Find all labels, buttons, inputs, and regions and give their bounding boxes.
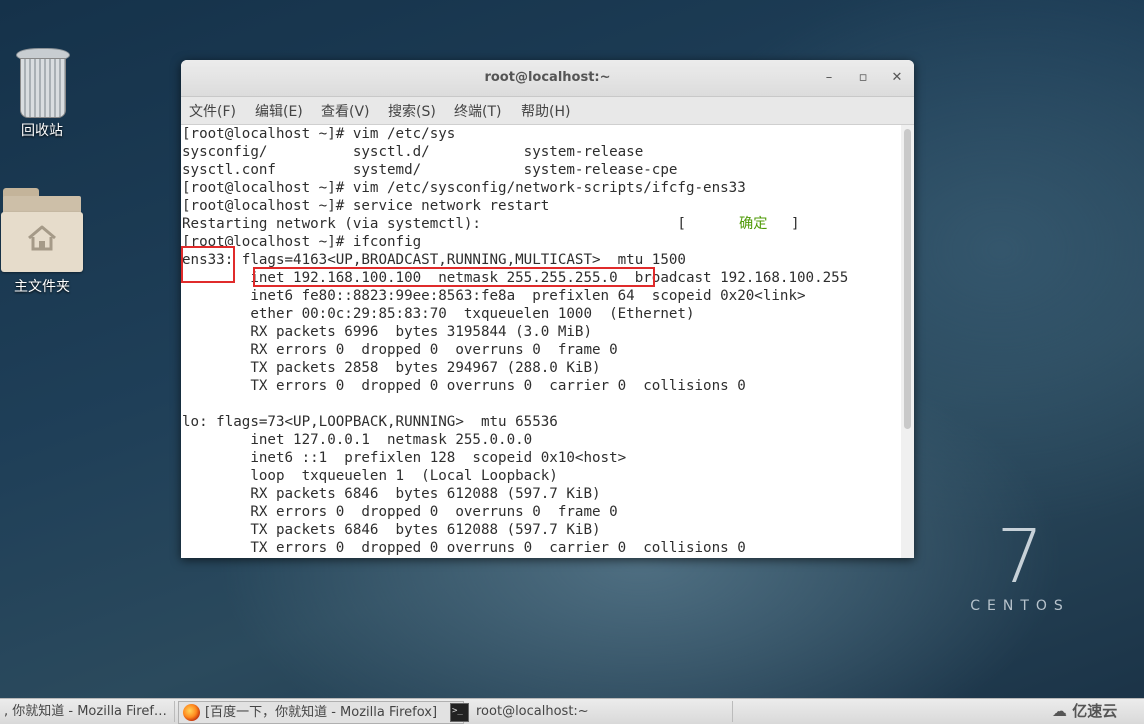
scrollbar-thumb[interactable] — [904, 129, 911, 429]
firefox-icon — [183, 704, 200, 721]
menu-terminal[interactable]: 终端(T) — [454, 101, 501, 121]
terminal-line: [root@localhost ~]# vim /etc/sys — [182, 126, 456, 142]
taskbar: , 你就知道 - Mozilla Firef… [百度一下，你就知道 - Moz… — [0, 698, 1144, 724]
terminal-line: inet 127.0.0.1 netmask 255.0.0.0 — [182, 432, 533, 448]
terminal-line: TX errors 0 dropped 0 overruns 0 carrier… — [182, 378, 746, 394]
terminal-line: TX errors 0 dropped 0 overruns 0 carrier… — [182, 540, 746, 556]
home-folder-desktop-icon[interactable]: 主文件夹 — [0, 188, 84, 296]
terminal-line: sysctl.conf systemd/ system-release-cpe — [182, 162, 678, 178]
ens33-highlight-box — [181, 246, 235, 283]
terminal-line: RX packets 6996 bytes 3195844 (3.0 MiB) — [182, 324, 592, 340]
terminal-line: inet6 ::1 prefixlen 128 scopeid 0x10<hos… — [182, 450, 627, 466]
close-button[interactable]: ✕ — [887, 68, 907, 88]
terminal-line: TX packets 2858 bytes 294967 (288.0 KiB) — [182, 360, 601, 376]
terminal-icon — [450, 701, 469, 722]
taskbar-item-label: , 你就知道 - Mozilla Firef… — [4, 704, 167, 719]
menu-file[interactable]: 文件(F) — [189, 101, 236, 121]
terminal-line: TX packets 6846 bytes 612088 (597.7 KiB) — [182, 522, 601, 538]
home-folder-label: 主文件夹 — [14, 279, 70, 295]
ok-status-bracket: ] — [791, 216, 800, 232]
menu-search[interactable]: 搜索(S) — [388, 101, 436, 121]
home-folder-icon — [1, 188, 83, 272]
taskbar-item-firefox-1[interactable]: , 你就知道 - Mozilla Firef… — [0, 701, 175, 722]
centos-branding: 7 CENTOS — [965, 520, 1075, 614]
inet-highlight-box — [253, 267, 655, 287]
centos-version: 7 — [996, 514, 1044, 600]
terminal-line: sysconfig/ sysctl.d/ system-release — [182, 144, 644, 160]
terminal-scrollbar[interactable] — [901, 125, 914, 558]
watermark-logo: ☁ 亿速云 — [1052, 700, 1117, 721]
terminal-line: [root@localhost ~]# service network rest… — [182, 198, 550, 214]
terminal-window: root@localhost:~ – ▫ ✕ 文件(F) 编辑(E) 查看(V)… — [181, 60, 914, 558]
window-titlebar[interactable]: root@localhost:~ – ▫ ✕ — [181, 60, 914, 97]
taskbar-item-label: root@localhost:~ — [476, 704, 589, 719]
terminal-line: inet6 fe80::8823:99ee:8563:fe8a prefixle… — [182, 288, 806, 304]
taskbar-item-terminal[interactable]: root@localhost:~ — [446, 701, 733, 722]
terminal-line: RX errors 0 dropped 0 overruns 0 frame 0 — [182, 342, 618, 358]
menu-help[interactable]: 帮助(H) — [521, 101, 570, 121]
terminal-line: RX packets 6846 bytes 612088 (597.7 KiB) — [182, 486, 601, 502]
trash-icon — [14, 44, 70, 118]
watermark-text: 亿速云 — [1072, 702, 1118, 720]
trash-label: 回收站 — [21, 123, 63, 139]
terminal-line: Restarting network (via systemctl): [ — [182, 216, 686, 232]
cloud-icon: ☁ — [1052, 702, 1067, 720]
terminal-line: loop txqueuelen 1 (Local Loopback) — [182, 468, 558, 484]
taskbar-item-label: [百度一下，你就知道 - Mozilla Firefox] — [205, 705, 438, 720]
ok-status: 确定 — [739, 216, 768, 232]
taskbar-item-firefox-2[interactable]: [百度一下，你就知道 - Mozilla Firefox] — [178, 701, 464, 724]
menu-bar: 文件(F) 编辑(E) 查看(V) 搜索(S) 终端(T) 帮助(H) — [181, 97, 914, 125]
window-title: root@localhost:~ — [484, 70, 611, 85]
menu-view[interactable]: 查看(V) — [321, 101, 370, 121]
terminal-line: [root@localhost ~]# vim /etc/sysconfig/n… — [182, 180, 746, 196]
maximize-button[interactable]: ▫ — [853, 68, 873, 88]
terminal-output[interactable]: [root@localhost ~]# vim /etc/sys sysconf… — [181, 125, 914, 558]
terminal-line: ether 00:0c:29:85:83:70 txqueuelen 1000 … — [182, 306, 695, 322]
terminal-line: lo: flags=73<UP,LOOPBACK,RUNNING> mtu 65… — [182, 414, 558, 430]
minimize-button[interactable]: – — [819, 68, 839, 88]
centos-wordmark: CENTOS — [970, 598, 1070, 614]
trash-desktop-icon[interactable]: 回收站 — [0, 44, 84, 140]
menu-edit[interactable]: 编辑(E) — [255, 101, 303, 121]
terminal-line: RX errors 0 dropped 0 overruns 0 frame 0 — [182, 504, 618, 520]
